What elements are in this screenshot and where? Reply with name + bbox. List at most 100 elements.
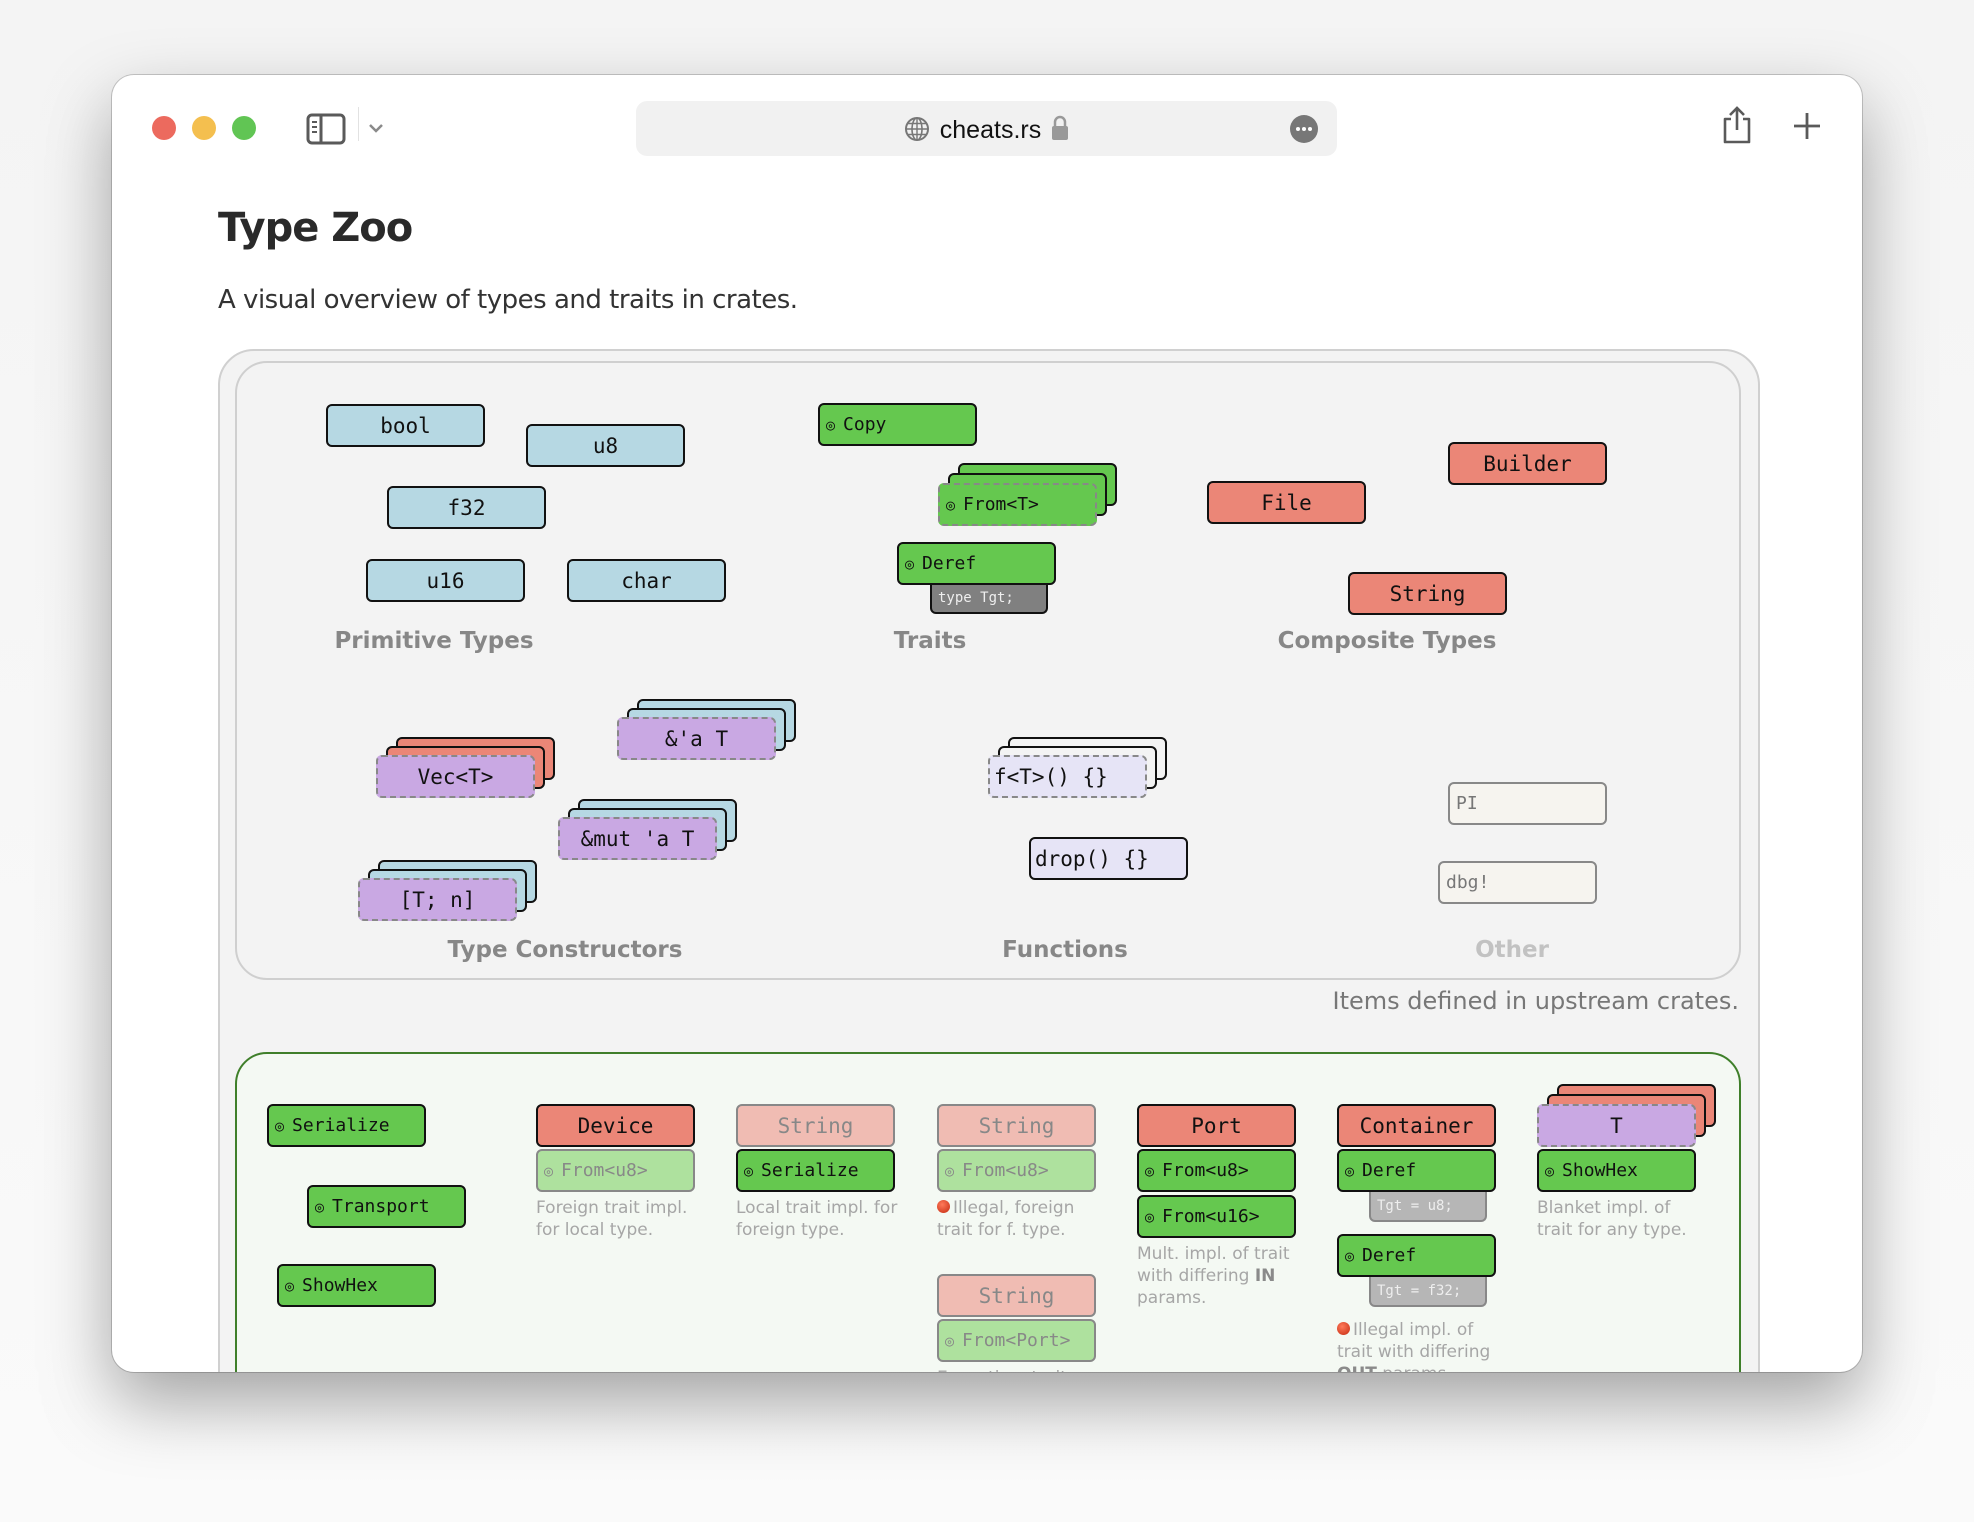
toolbar-divider: [358, 107, 359, 141]
type-mut-ref: &mut 'a T: [558, 817, 717, 860]
deref-assoc-type: type Tgt;: [930, 583, 1048, 614]
type-char: char: [567, 559, 726, 602]
assoc-tgt-f32: Tgt = f32;: [1369, 1276, 1487, 1307]
local-trait-serialize: ◎ Serialize: [267, 1104, 426, 1147]
trait-deref-label: Deref: [922, 553, 977, 574]
trait-icon: ◎: [275, 1116, 285, 1135]
label-functions: Functions: [1002, 937, 1128, 963]
example-device-desc: Foreign trait impl. for local type.: [536, 1198, 688, 1240]
trait-icon: ◎: [1345, 1161, 1355, 1180]
type-u8: u8: [526, 424, 685, 467]
url-text: cheats.rs: [939, 116, 1042, 144]
trait-icon: ◎: [544, 1161, 554, 1180]
share-icon[interactable]: [1720, 105, 1754, 149]
sidebar-icon[interactable]: [306, 113, 346, 149]
trait-icon: ◎: [744, 1161, 754, 1180]
label-composite-types: Composite Types: [1277, 628, 1497, 654]
example-string-type-2: String: [937, 1104, 1096, 1147]
desc-emphasis: OUT: [1337, 1364, 1377, 1372]
example-device-type: Device: [536, 1104, 695, 1147]
example-port-type: Port: [1137, 1104, 1296, 1147]
trait-from-generic: ◎ From<T>: [938, 483, 1097, 526]
page-title: Type Zoo: [218, 205, 413, 251]
example-string-from-u8: ◎ From<u8>: [937, 1149, 1096, 1192]
type-file: File: [1207, 481, 1366, 524]
trait-icon: ◎: [315, 1197, 325, 1216]
desc-text: Illegal, foreign trait for f. type.: [937, 1198, 1075, 1240]
illegal-icon: [1337, 1322, 1350, 1335]
example-trait-label: From<Port>: [962, 1330, 1071, 1351]
example-container-type: Container: [1337, 1104, 1496, 1147]
trait-icon: ◎: [1345, 1246, 1355, 1265]
example-string-from-port: ◎ From<Port>: [937, 1319, 1096, 1362]
type-bool: bool: [326, 404, 485, 447]
const-pi: PI: [1448, 782, 1607, 825]
address-bar[interactable]: cheats.rs: [636, 101, 1337, 156]
trait-icon: ◎: [1145, 1207, 1155, 1226]
example-string-type: String: [736, 1104, 895, 1147]
page-subtitle: A visual overview of types and traits in…: [218, 285, 798, 315]
trait-deref: ◎ Deref: [897, 542, 1056, 585]
example-port-desc: Mult. impl. of trait with differing IN p…: [1137, 1243, 1307, 1309]
trait-copy-label: Copy: [843, 414, 887, 435]
type-vec: Vec<T>: [376, 755, 535, 798]
upstream-note: Items defined in upstream crates.: [1332, 987, 1740, 1015]
desc-text: params.: [1137, 1288, 1207, 1308]
local-trait-label: Serialize: [292, 1115, 390, 1136]
assoc-tgt-u8: Tgt = u8;: [1369, 1191, 1487, 1222]
example-trait-label: From<u16>: [1162, 1206, 1260, 1227]
globe-icon: [904, 116, 930, 149]
fn-drop: drop() {}: [1029, 837, 1188, 880]
type-u16: u16: [366, 559, 525, 602]
example-trait-label: From<u8>: [561, 1160, 648, 1181]
label-other: Other: [1475, 937, 1549, 963]
example-trait-label: ShowHex: [1562, 1160, 1638, 1181]
browser-window: cheats.rs Type Zoo A visual overview of …: [112, 75, 1862, 1372]
example-t-desc: Blanket impl. of trait for any type.: [1537, 1198, 1687, 1240]
example-trait-label: Deref: [1362, 1245, 1417, 1266]
macro-dbg: dbg!: [1438, 861, 1597, 904]
example-port-from-u16: ◎ From<u16>: [1137, 1195, 1296, 1238]
example-t-showhex: ◎ ShowHex: [1537, 1149, 1696, 1192]
trait-icon: ◎: [905, 554, 915, 573]
type-string: String: [1348, 572, 1507, 615]
trait-icon: ◎: [1145, 1161, 1155, 1180]
trait-copy: ◎ Copy: [818, 403, 977, 446]
close-window-button[interactable]: [152, 116, 176, 140]
trait-icon: ◎: [1545, 1161, 1555, 1180]
zoom-window-button[interactable]: [232, 116, 256, 140]
minimize-window-button[interactable]: [192, 116, 216, 140]
more-icon[interactable]: [1289, 114, 1319, 148]
type-f32: f32: [387, 486, 546, 529]
example-trait-label: Serialize: [761, 1160, 859, 1181]
trait-icon: ◎: [945, 1161, 955, 1180]
lock-icon: [1051, 115, 1069, 148]
example-port-from-u8: ◎ From<u8>: [1137, 1149, 1296, 1192]
fn-generic: f<T>() {}: [988, 755, 1147, 798]
example-container-deref-2: ◎ Deref: [1337, 1234, 1496, 1277]
local-trait-transport: ◎ Transport: [307, 1185, 466, 1228]
example-container-desc: Illegal impl. of trait with differing OU…: [1337, 1319, 1507, 1372]
example-string-from-u8-desc: Illegal, foreign trait for f. type.: [937, 1197, 1107, 1241]
trait-from-label: From<T>: [963, 494, 1039, 515]
desc-text: Illegal impl. of trait with differing: [1337, 1320, 1491, 1362]
trait-icon: ◎: [946, 495, 956, 514]
address-bar-content: cheats.rs: [636, 115, 1337, 149]
type-array: [T; n]: [358, 878, 517, 921]
example-string-type-3: String: [937, 1274, 1096, 1317]
desc-emphasis: IN: [1254, 1266, 1276, 1286]
example-trait-label: From<u8>: [1162, 1160, 1249, 1181]
new-tab-icon[interactable]: [1792, 111, 1822, 145]
example-trait-label: Deref: [1362, 1160, 1417, 1181]
trait-icon: ◎: [945, 1331, 955, 1350]
example-device-trait: ◎ From<u8>: [536, 1149, 695, 1192]
local-trait-label: Transport: [332, 1196, 430, 1217]
example-container-deref-1: ◎ Deref: [1337, 1149, 1496, 1192]
local-trait-label: ShowHex: [302, 1275, 378, 1296]
example-string-serialize-desc: Local trait impl. for foreign type.: [736, 1198, 898, 1240]
example-generic-t: T: [1537, 1104, 1696, 1147]
trait-icon: ◎: [826, 415, 836, 434]
example-string-from-port-desc: Exception, trait w. diff...: [937, 1367, 1107, 1372]
chevron-down-icon[interactable]: [368, 119, 384, 138]
local-trait-showhex: ◎ ShowHex: [277, 1264, 436, 1307]
